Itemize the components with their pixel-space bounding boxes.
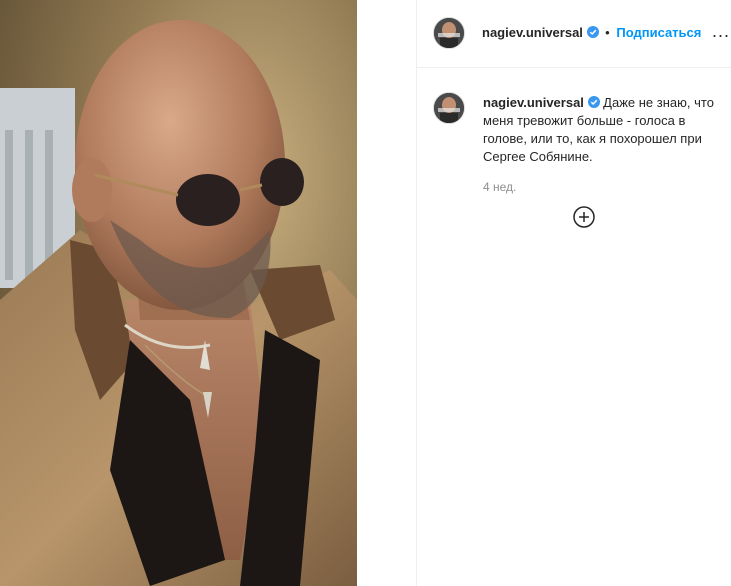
avatar-image — [434, 18, 464, 48]
caption: nagiev.universal Даже не знаю, что меня … — [483, 94, 728, 166]
plus-circle-icon[interactable] — [573, 206, 595, 228]
post-timestamp[interactable]: 4 нед. — [483, 180, 516, 194]
man-portrait-image — [0, 0, 357, 586]
more-options-icon[interactable]: ... — [712, 22, 730, 40]
instagram-post: nagiev.universal • Подписаться ... nagie… — [0, 0, 731, 586]
avatar[interactable] — [433, 17, 465, 49]
post-side-panel: nagiev.universal • Подписаться ... nagie… — [416, 0, 731, 586]
header-username[interactable]: nagiev.universal — [482, 25, 583, 40]
header-user-line: nagiev.universal • Подписаться — [482, 25, 701, 40]
verified-badge-icon — [587, 96, 600, 108]
caption-username[interactable]: nagiev.universal — [483, 95, 584, 110]
avatar-image — [434, 93, 464, 123]
avatar[interactable] — [433, 92, 465, 124]
separator-dot: • — [605, 25, 610, 40]
follow-button[interactable]: Подписаться — [616, 25, 701, 40]
verified-badge-icon — [586, 26, 599, 38]
post-header: nagiev.universal • Подписаться ... — [417, 0, 731, 68]
post-photo[interactable] — [0, 0, 357, 586]
